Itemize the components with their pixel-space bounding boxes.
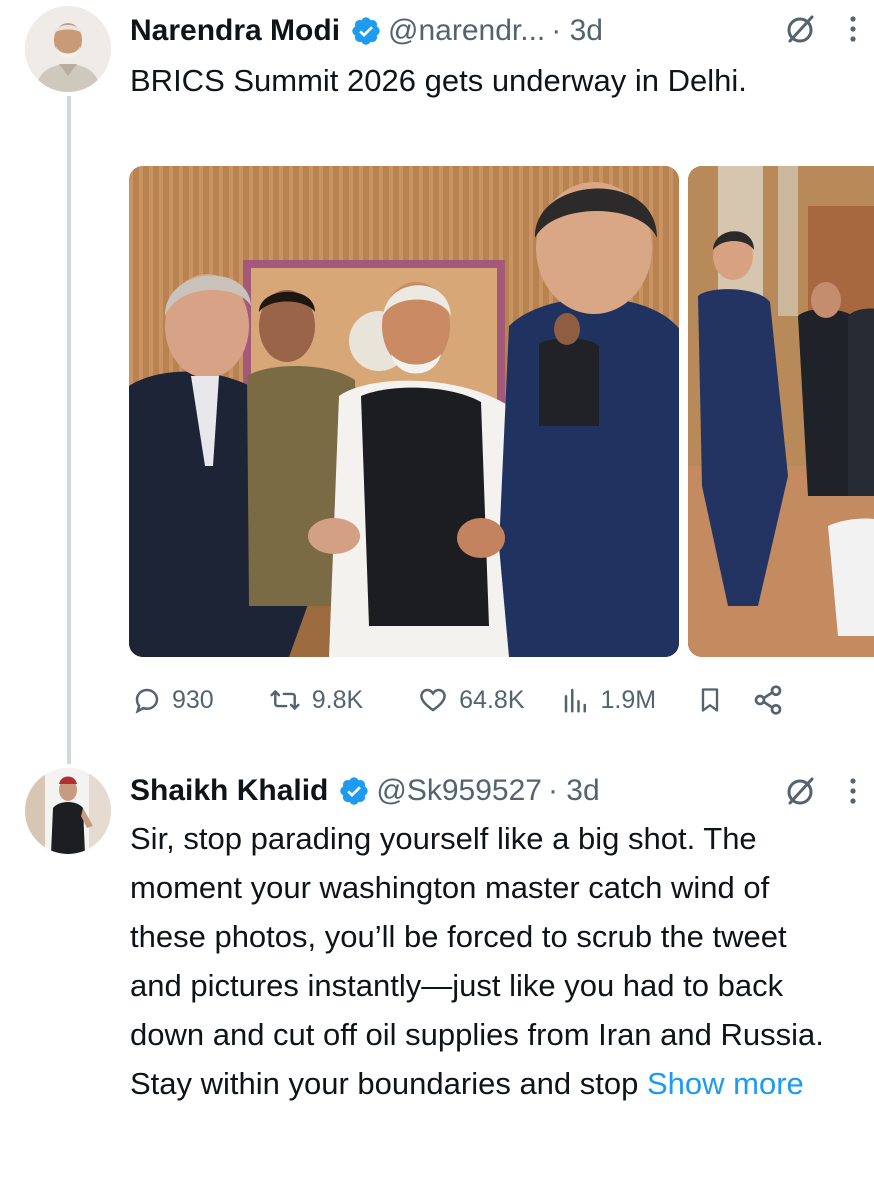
tweet-photo-2[interactable] — [688, 166, 874, 657]
tweet-header: Narendra Modi @narendr... · 3d — [130, 6, 854, 56]
avatar[interactable] — [25, 6, 111, 92]
grok-icon[interactable] — [784, 774, 818, 813]
show-more-link[interactable]: Show more — [647, 1066, 804, 1101]
user-handle[interactable]: @narendr... — [388, 14, 545, 48]
like-count: 64.8K — [459, 685, 525, 714]
repost-button[interactable]: 9.8K — [268, 685, 363, 715]
reply-count: 930 — [172, 685, 214, 714]
share-button[interactable] — [752, 684, 784, 716]
like-button[interactable]: 64.8K — [417, 685, 525, 715]
tweet-text: Sir, stop parading yourself like a big s… — [130, 814, 834, 1108]
tweet-header: Shaikh Khalid @Sk959527 · 3d — [130, 766, 854, 816]
reply-button[interactable]: 930 — [132, 685, 214, 715]
tweet-main[interactable]: Narendra Modi @narendr... · 3d BRICS Sum… — [0, 0, 874, 760]
tweet-actions-bar: 930 9.8K 64.8K 1.9M — [130, 675, 854, 725]
more-vertical-icon[interactable] — [848, 776, 858, 811]
tweet-text-content: Sir, stop parading yourself like a big s… — [130, 821, 824, 1101]
tweet-text: BRICS Summit 2026 gets underway in Delhi… — [130, 63, 747, 98]
share-icon — [754, 685, 782, 715]
repost-count: 9.8K — [311, 685, 364, 714]
more-vertical-icon[interactable] — [848, 14, 858, 49]
views-button[interactable]: 1.9M — [561, 685, 657, 715]
view-count: 1.9M — [600, 685, 657, 714]
verified-badge-icon — [350, 15, 382, 47]
user-handle[interactable]: @Sk959527 — [376, 774, 542, 808]
views-chart-icon — [564, 688, 586, 713]
avatar[interactable] — [25, 768, 111, 854]
bookmark-button[interactable] — [696, 685, 724, 715]
reply-icon — [135, 688, 159, 714]
heart-icon — [420, 688, 446, 712]
verified-badge-icon — [338, 775, 370, 807]
display-name[interactable]: Shaikh Khalid — [130, 774, 328, 808]
grok-icon[interactable] — [784, 12, 818, 51]
tweet-reply[interactable]: Shaikh Khalid @Sk959527 · 3d Sir, stop p… — [0, 760, 874, 1200]
timestamp[interactable]: · 3d — [551, 14, 603, 48]
bookmark-icon — [701, 688, 719, 712]
tweet-photo-1[interactable] — [129, 166, 679, 657]
timestamp[interactable]: · 3d — [548, 774, 600, 808]
repost-icon — [270, 690, 300, 710]
display-name[interactable]: Narendra Modi — [130, 14, 340, 48]
